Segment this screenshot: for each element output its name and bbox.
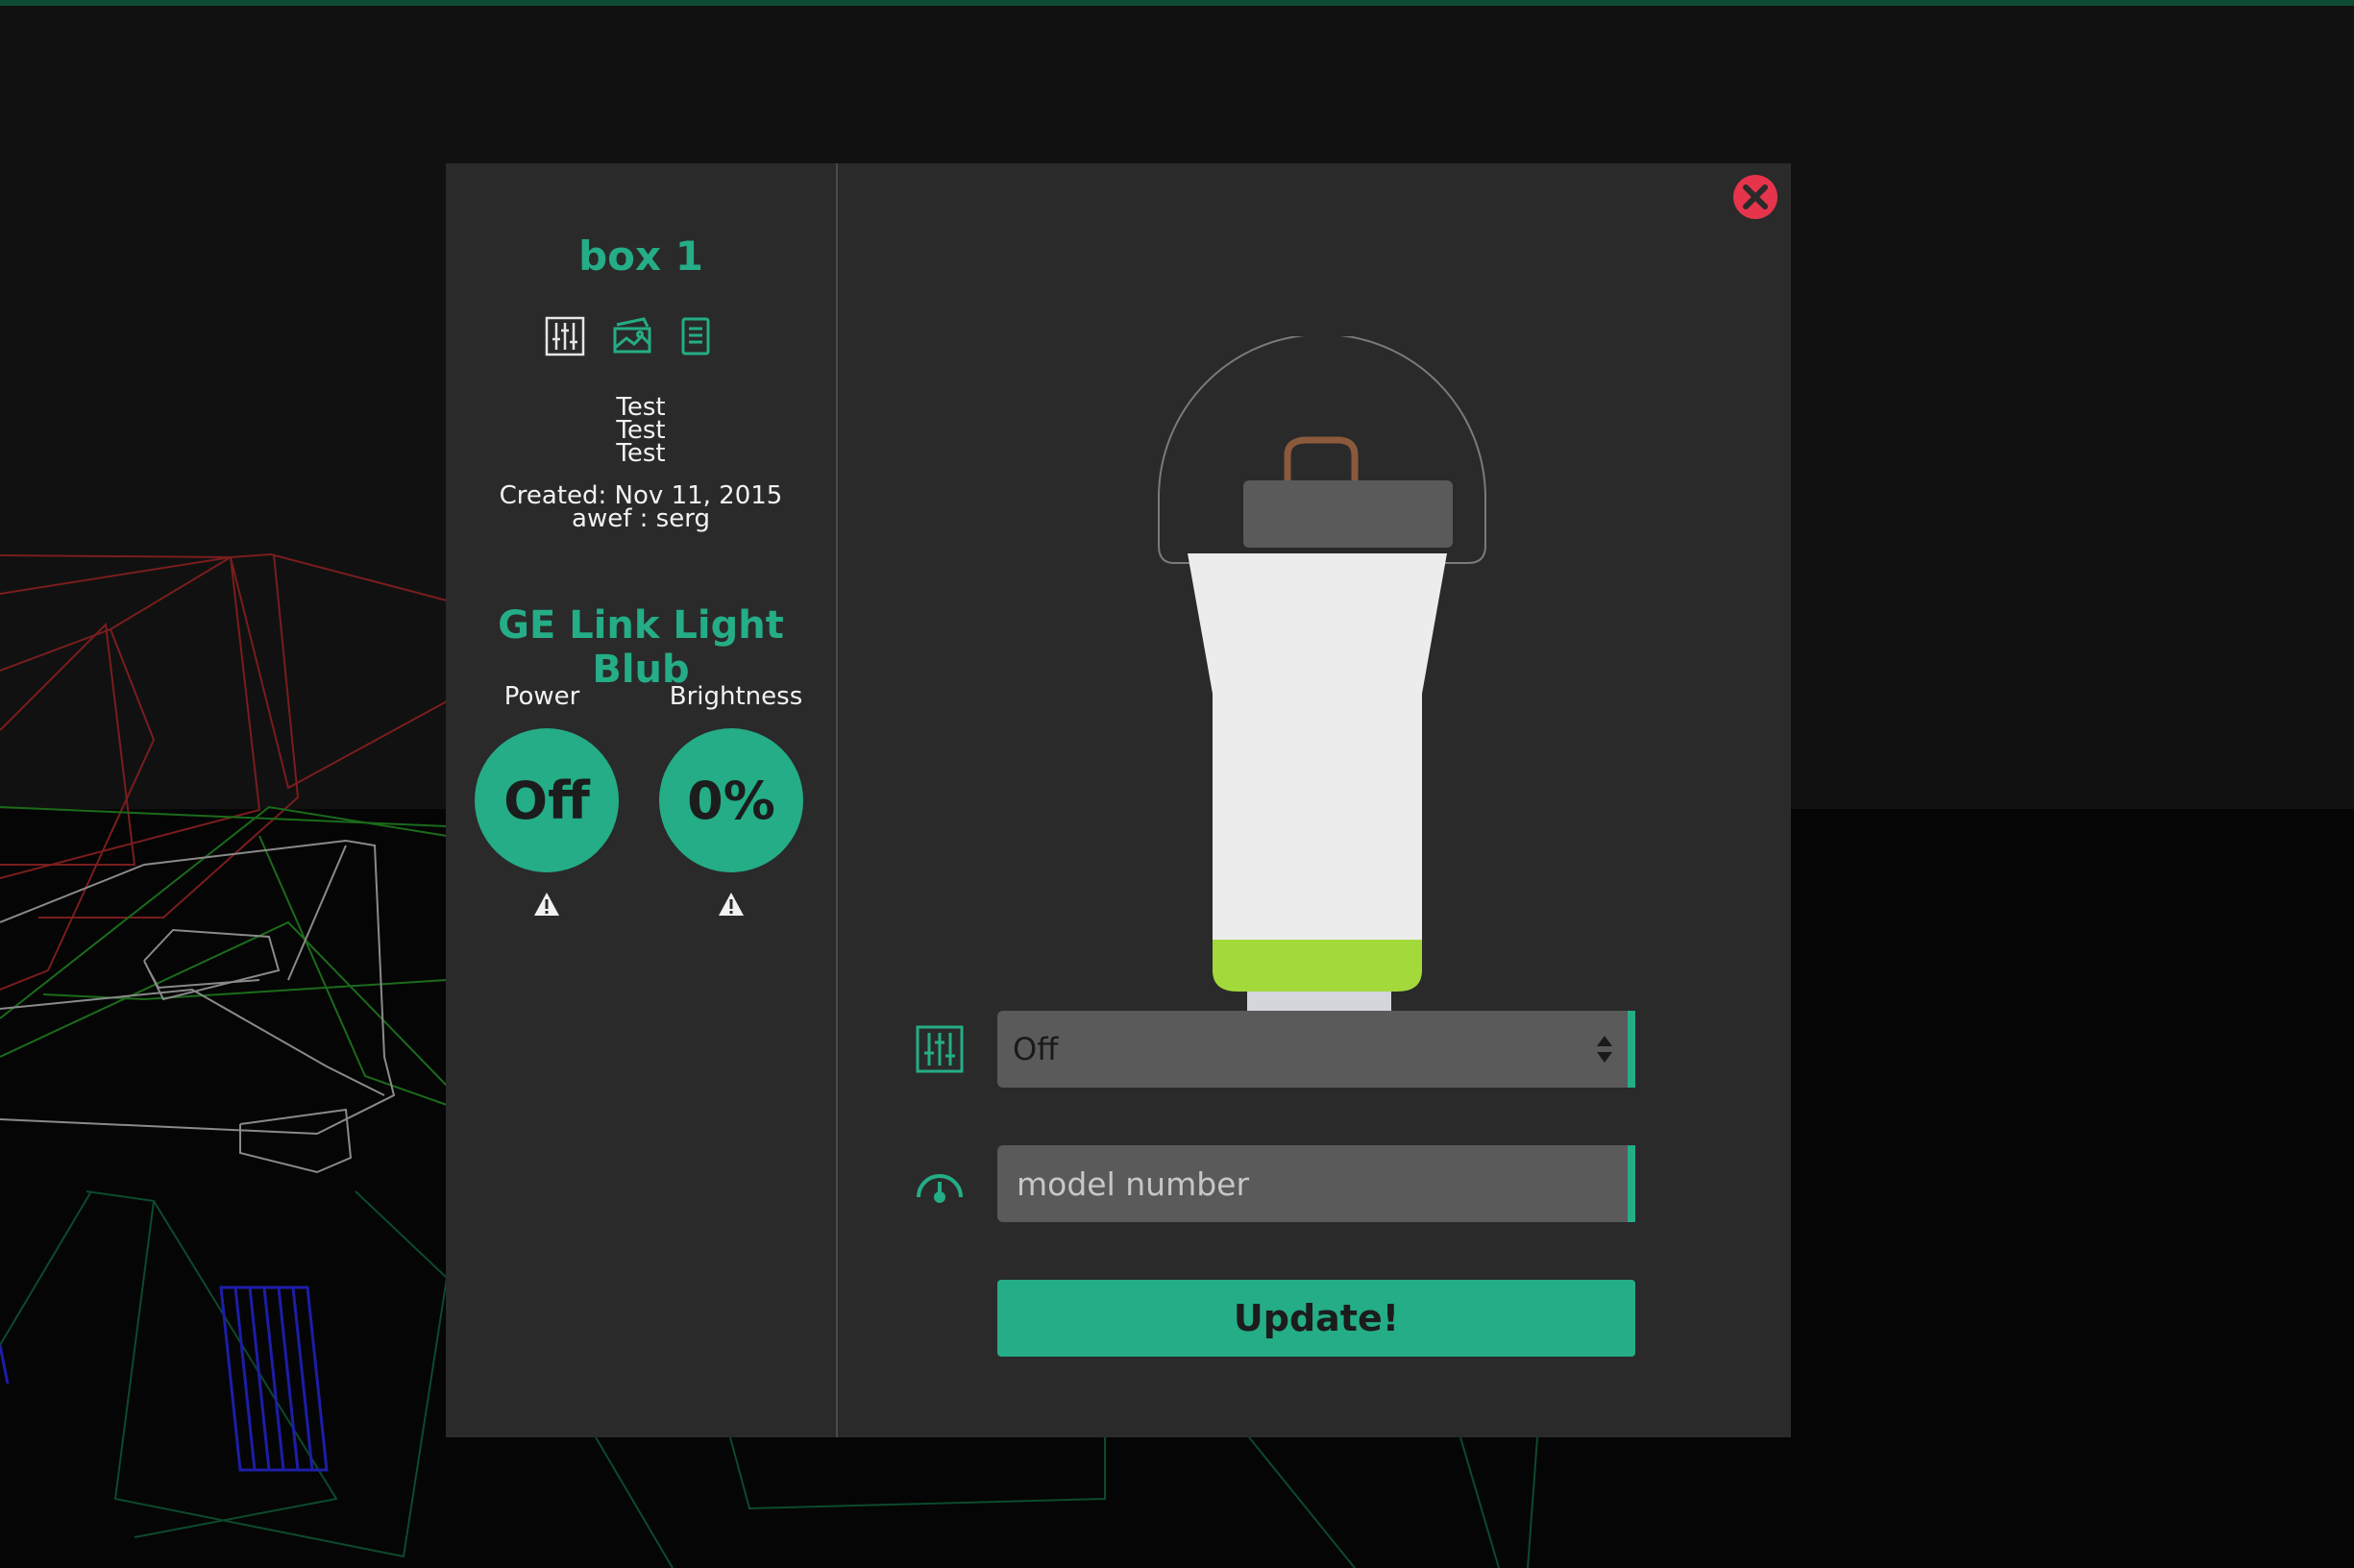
description-line: Test — [616, 439, 666, 468]
gauge-icon — [917, 1174, 963, 1203]
document-icon[interactable] — [674, 315, 717, 357]
product-name: GE Link Light Blub — [498, 603, 784, 692]
light-bulb-illustration — [1158, 336, 1486, 1076]
power-status-circle[interactable]: Off — [475, 728, 619, 872]
warning-icon — [534, 893, 559, 916]
app-canvas: box 1 Test Test Test Created: Nov 11, 20… — [0, 0, 2354, 1568]
warning-icon — [719, 893, 744, 916]
device-modal: box 1 Test Test Test Created: Nov 11, 20… — [446, 163, 1791, 1437]
power-label: Power — [503, 682, 580, 711]
owner-meta: awef : serg — [572, 504, 710, 533]
select-arrows-icon — [1597, 1036, 1612, 1063]
model-number-input[interactable] — [997, 1145, 1635, 1222]
device-info-panel: box 1 Test Test Test Created: Nov 11, 20… — [446, 163, 838, 1437]
brightness-label: Brightness — [669, 682, 803, 711]
device-name: box 1 — [578, 233, 703, 280]
mode-select-value: Off — [1013, 1031, 1059, 1067]
sliders-icon[interactable] — [544, 315, 586, 357]
close-icon[interactable] — [1731, 173, 1779, 221]
update-button[interactable]: Update! — [997, 1280, 1635, 1357]
brightness-status-circle[interactable]: 0% — [659, 728, 803, 872]
photo-icon[interactable] — [611, 315, 653, 357]
mode-select[interactable]: Off — [997, 1011, 1635, 1088]
sliders-icon — [916, 1025, 964, 1073]
